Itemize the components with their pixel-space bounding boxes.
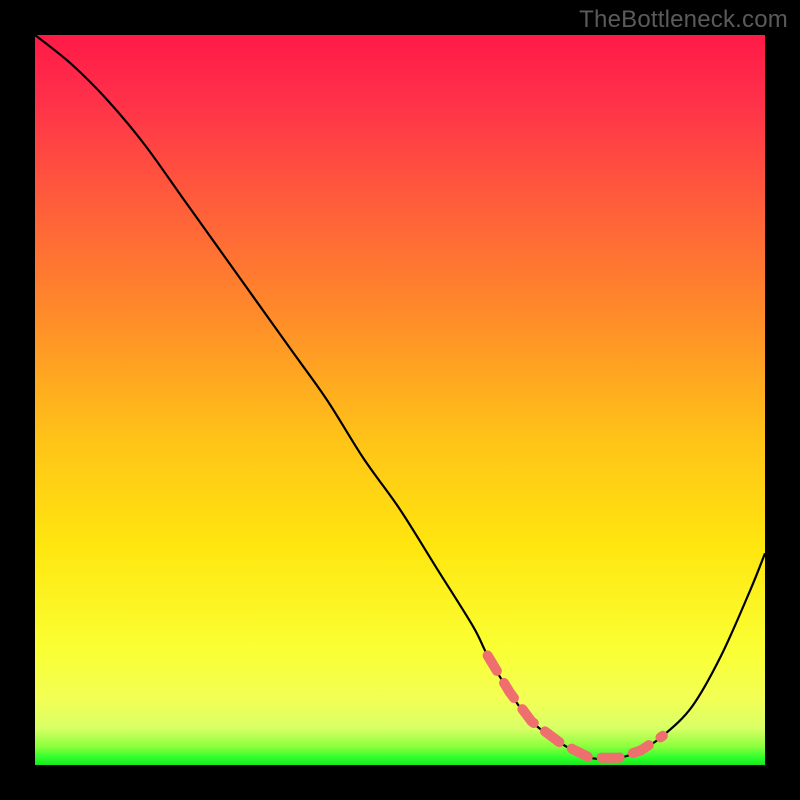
bottleneck-curve (35, 35, 765, 759)
minimum-band (488, 656, 663, 758)
watermark-text: TheBottleneck.com (579, 6, 788, 34)
chart-frame: TheBottleneck.com (0, 0, 800, 800)
plot-area (35, 35, 765, 765)
curve-svg (35, 35, 765, 765)
